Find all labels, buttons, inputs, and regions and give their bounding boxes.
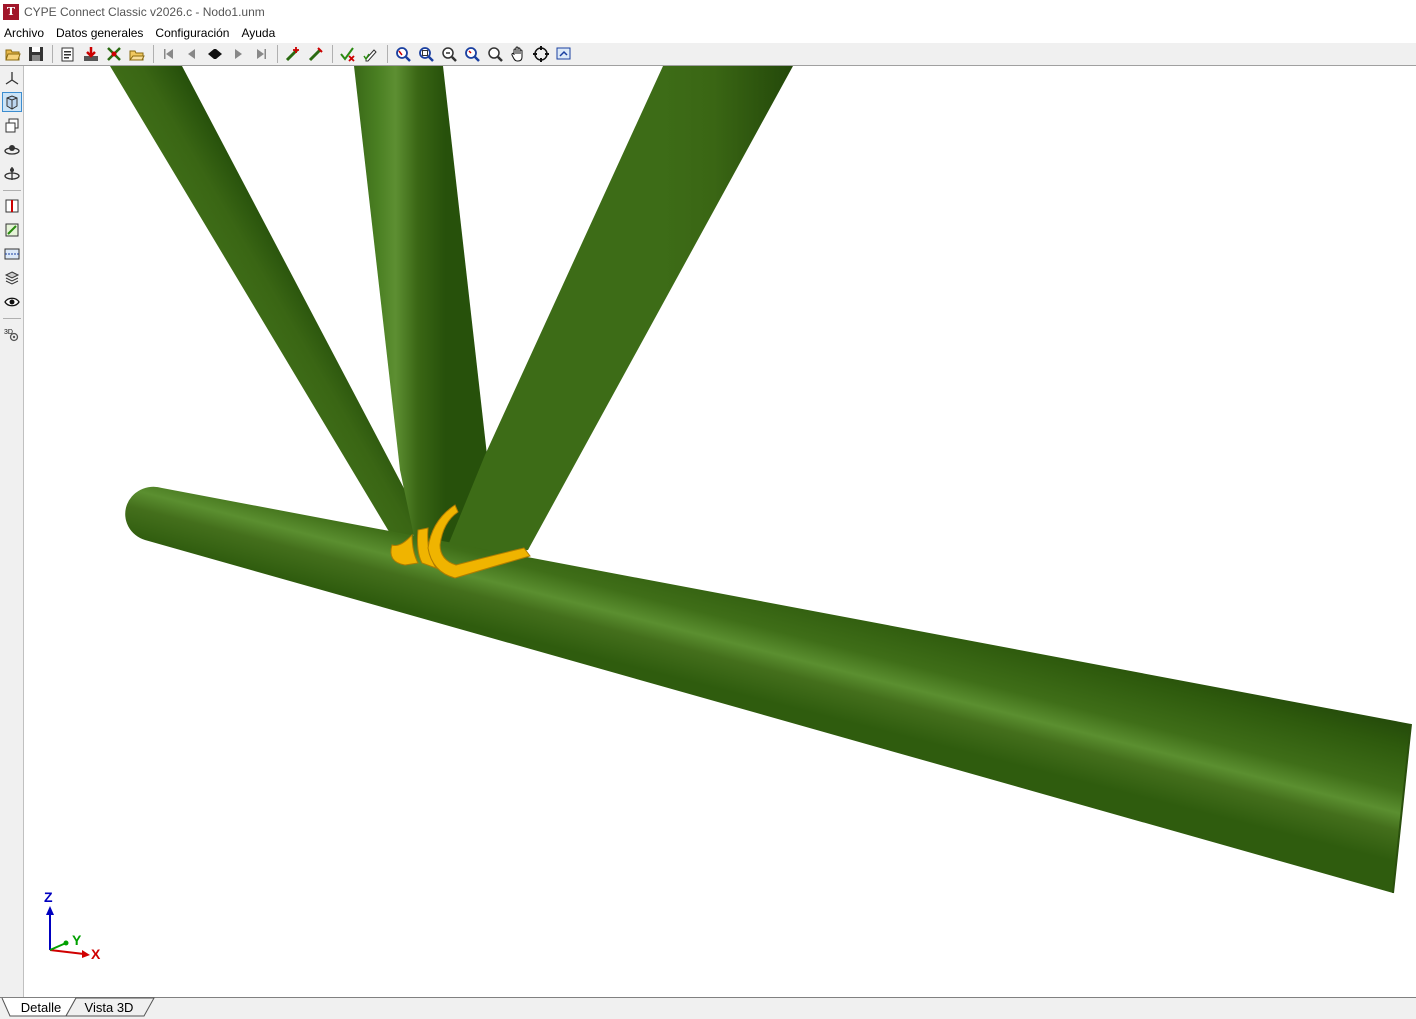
main-chord-member[interactable] [125,486,1412,893]
zoom-out-icon[interactable] [484,44,506,64]
import-icon[interactable] [80,44,102,64]
tab-vista-3d[interactable]: Vista 3D [78,998,140,1017]
next-node-icon[interactable] [227,44,249,64]
zoom-all-icon[interactable] [415,44,437,64]
title-bar: T CYPE Connect Classic v2026.c - Nodo1.u… [0,0,1416,23]
add-member-icon[interactable] [282,44,304,64]
3d-options-icon[interactable]: 3D [2,324,22,344]
view-sidebar: 3D [0,66,24,997]
menu-ayuda[interactable]: Ayuda [236,26,282,40]
3d-scene[interactable]: Z Y X [24,66,1416,997]
axes-indicator: Z Y X [44,889,101,962]
pan-hand-icon[interactable] [507,44,529,64]
app-logo-icon: T [3,3,19,20]
toolbar-separator [153,45,154,63]
first-node-icon[interactable] [158,44,180,64]
menu-bar: Archivo Datos generales Configuración Ay… [0,23,1416,43]
wireframe-view-icon[interactable] [2,116,22,136]
export-view-icon[interactable] [553,44,575,64]
axis-z-label: Z [44,889,53,905]
3d-viewport[interactable]: Z Y X [24,66,1416,997]
tab-detalle[interactable]: Detalle [12,998,70,1017]
check-icon[interactable] [337,44,359,64]
zoom-window-icon[interactable] [392,44,414,64]
layers-icon[interactable] [2,268,22,288]
zoom-refresh-icon[interactable] [461,44,483,64]
save-icon[interactable] [25,44,47,64]
main-toolbar [0,43,1416,66]
last-node-icon[interactable] [250,44,272,64]
view-tab-bar: Detalle Vista 3D [0,997,1416,1019]
previous-node-icon[interactable] [181,44,203,64]
orbit-axis-icon[interactable] [2,164,22,184]
open-file-icon[interactable] [126,44,148,64]
menu-datos-generales[interactable]: Datos generales [51,26,150,40]
toolbar-separator [52,45,53,63]
edit-member-icon[interactable] [305,44,327,64]
axis-y-label: Y [72,932,82,948]
axis-x-label: X [91,946,101,962]
pencil-check-icon[interactable] [360,44,382,64]
toolbar-separator [277,45,278,63]
window-title: CYPE Connect Classic v2026.c - Nodo1.unm [24,4,265,19]
sidebar-separator [3,318,21,319]
plates-edit-icon[interactable] [2,220,22,240]
toolbar-separator [332,45,333,63]
toolbar-separator [387,45,388,63]
visibility-icon[interactable] [2,292,22,312]
menu-configuracion[interactable]: Configuración [150,26,236,40]
menu-archivo[interactable]: Archivo [0,26,51,40]
right-diagonal-member[interactable] [440,66,793,565]
solid-view-icon[interactable] [2,92,22,112]
rotate-view-icon[interactable] [2,140,22,160]
section-view-icon[interactable] [2,244,22,264]
open-folder-icon[interactable] [2,44,24,64]
project-data-icon[interactable] [57,44,79,64]
axes-view-icon[interactable] [2,68,22,88]
zoom-previous-icon[interactable] [438,44,460,64]
plates-color-icon[interactable] [2,196,22,216]
sidebar-separator [3,190,21,191]
members-icon[interactable] [103,44,125,64]
select-node-icon[interactable] [204,44,226,64]
orbit-icon[interactable] [530,44,552,64]
